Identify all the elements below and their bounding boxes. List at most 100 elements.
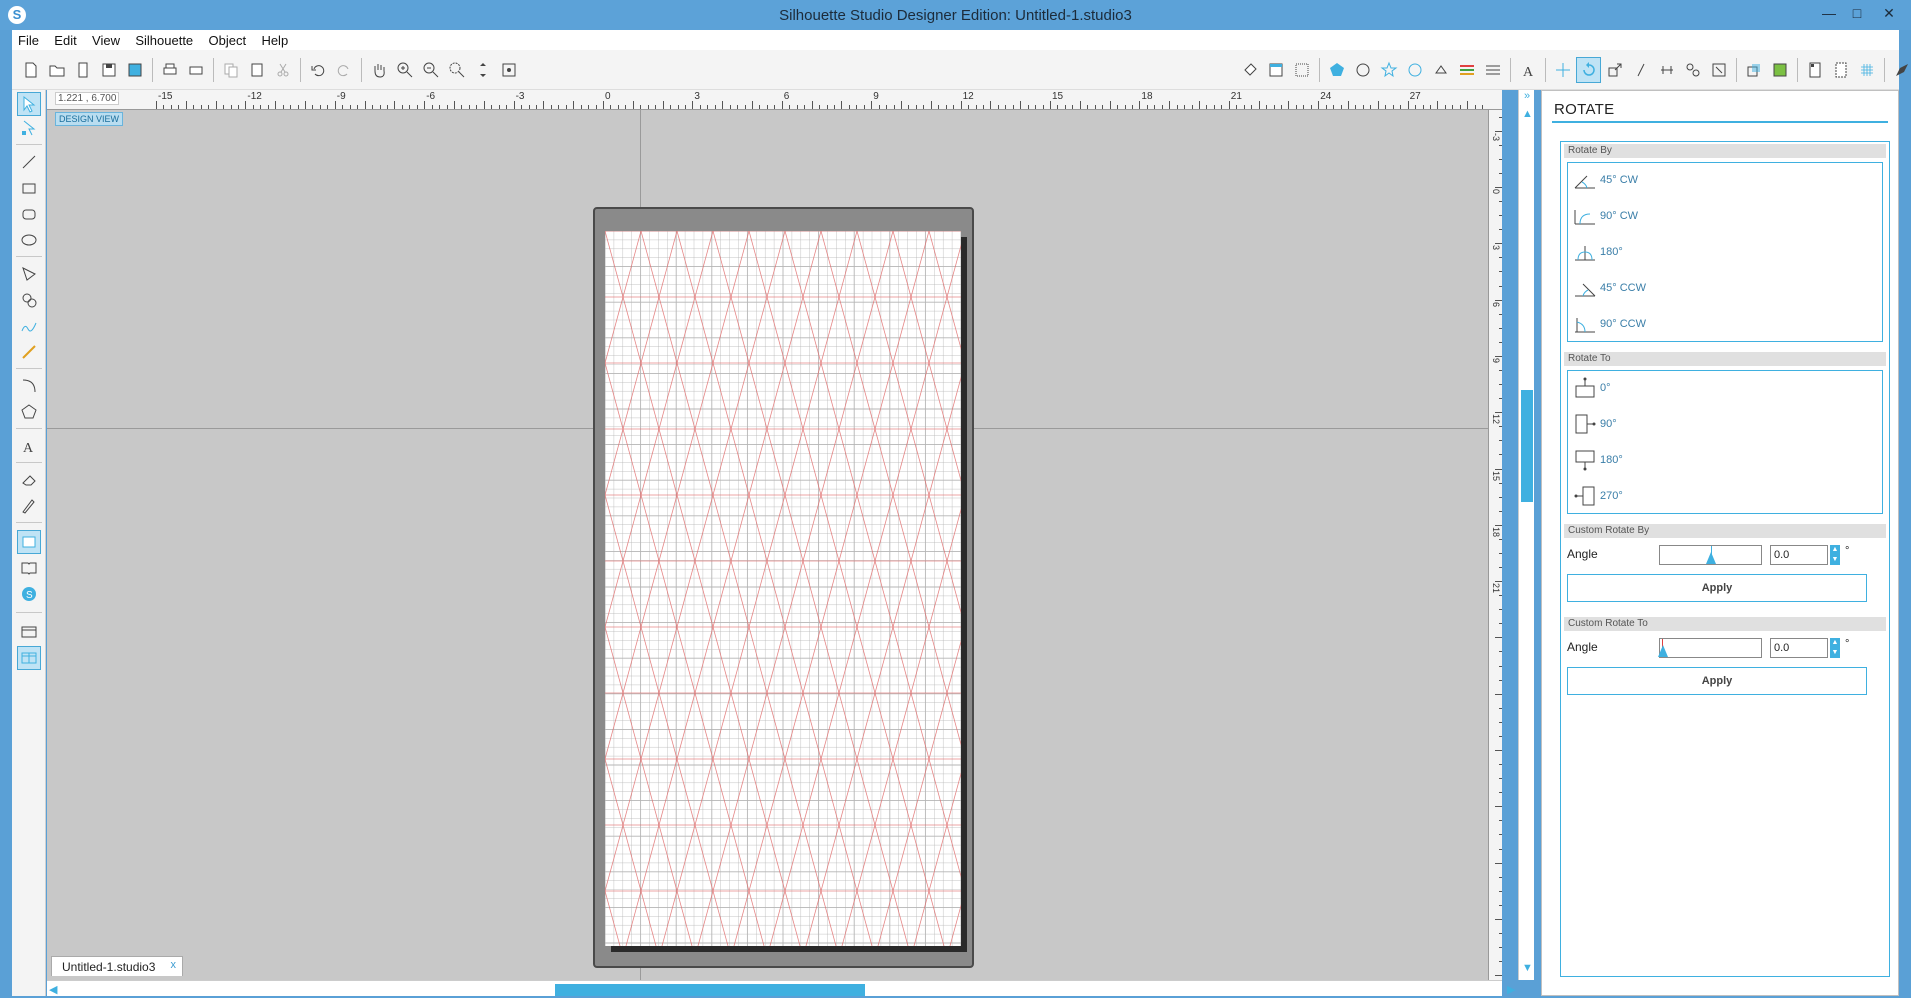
save-icon[interactable]	[96, 57, 121, 83]
custom-rotate-to-apply-button[interactable]: Apply	[1567, 667, 1867, 695]
menu-edit[interactable]: Edit	[48, 30, 82, 48]
rotate-90-ccw-button[interactable]: 90° CCW	[1572, 309, 1646, 339]
redo-icon[interactable]	[331, 57, 356, 83]
fill-gradient-icon[interactable]	[1350, 57, 1375, 83]
collapse-panel-icon[interactable]: »	[1519, 90, 1535, 104]
zoom-out-icon[interactable]	[418, 57, 443, 83]
minimize-button[interactable]: —	[1814, 2, 1844, 24]
maximize-button[interactable]: □	[1842, 2, 1872, 24]
zoom-selected-icon[interactable]	[444, 57, 469, 83]
custom-rotate-to-slider-knob[interactable]	[1658, 645, 1668, 657]
open-library-icon[interactable]	[70, 57, 95, 83]
close-tab-icon[interactable]: x	[171, 959, 177, 971]
mat-cutting-area[interactable]	[605, 231, 961, 946]
menu-file[interactable]: File	[12, 30, 45, 48]
open-folder-icon[interactable]	[44, 57, 69, 83]
ellipse-tool-icon[interactable]	[17, 228, 41, 252]
line-tool-icon[interactable]	[17, 150, 41, 174]
rotate-to-180-button[interactable]: 180°	[1572, 445, 1623, 475]
cut-scissors-icon[interactable]	[270, 57, 295, 83]
menu-view[interactable]: View	[86, 30, 126, 48]
eraser-tool-icon[interactable]	[17, 468, 41, 492]
edit-points-icon[interactable]	[17, 116, 41, 140]
scale-icon[interactable]	[1602, 57, 1627, 83]
menu-silhouette[interactable]: Silhouette	[129, 30, 199, 48]
close-button[interactable]: ✕	[1874, 2, 1904, 24]
shear-icon[interactable]	[1628, 57, 1653, 83]
select-tool-icon[interactable]	[17, 92, 41, 116]
paste-icon[interactable]	[244, 57, 269, 83]
design-view-icon[interactable]	[17, 530, 41, 554]
horizontal-scrollbar[interactable]: ◀ ▶	[47, 980, 1515, 996]
vertical-scrollbar[interactable]: » ▲ ▼	[1518, 90, 1534, 980]
custom-rotate-to-slider[interactable]	[1658, 638, 1762, 658]
split-panel-view-icon[interactable]	[17, 646, 41, 670]
fill-bucket-icon[interactable]	[1237, 57, 1262, 83]
line-color-icon[interactable]	[1402, 57, 1427, 83]
replicate-icon[interactable]	[1680, 57, 1705, 83]
scroll-right-icon[interactable]: ▶	[1507, 983, 1515, 996]
rectangle-tool-icon[interactable]	[17, 176, 41, 200]
grid-settings-icon[interactable]	[1289, 57, 1314, 83]
custom-rotate-to-angle-input[interactable]: 0.0	[1770, 638, 1828, 658]
page-size-icon[interactable]	[1828, 57, 1853, 83]
online-store-icon[interactable]: S	[17, 582, 41, 606]
regular-polygon-tool-icon[interactable]	[17, 400, 41, 424]
rotate-45-ccw-button[interactable]: 45° CCW	[1572, 273, 1646, 303]
copy-icon[interactable]	[218, 57, 243, 83]
curve-tool-icon[interactable]	[17, 288, 41, 312]
custom-rotate-by-slider-knob[interactable]	[1706, 552, 1716, 564]
fit-to-page-icon[interactable]	[496, 57, 521, 83]
grid-toggle-icon[interactable]	[1854, 57, 1879, 83]
fill-color-icon[interactable]	[1324, 57, 1349, 83]
polygon-tool-icon[interactable]	[17, 262, 41, 286]
custom-rotate-by-apply-button[interactable]: Apply	[1567, 574, 1867, 602]
modify-icon[interactable]	[1706, 57, 1731, 83]
fill-pattern-icon[interactable]	[1376, 57, 1401, 83]
arc-tool-icon[interactable]	[17, 374, 41, 398]
trace-icon[interactable]	[1767, 57, 1792, 83]
vertical-scroll-thumb[interactable]	[1521, 390, 1533, 502]
library-icon[interactable]	[17, 556, 41, 580]
smooth-freehand-tool-icon[interactable]	[17, 340, 41, 364]
knife-tool-icon[interactable]	[17, 494, 41, 518]
drag-zoom-icon[interactable]	[470, 57, 495, 83]
freehand-tool-icon[interactable]	[17, 314, 41, 338]
cutting-mat[interactable]	[593, 207, 974, 968]
custom-rotate-by-spinner[interactable]: ▲ ▼	[1830, 545, 1840, 565]
text-style-icon[interactable]: A	[1515, 57, 1540, 83]
custom-rotate-by-angle-input[interactable]: 0.0	[1770, 545, 1828, 565]
send-to-silhouette-icon[interactable]	[1889, 57, 1911, 83]
undo-icon[interactable]	[305, 57, 330, 83]
registration-marks-icon[interactable]	[1802, 57, 1827, 83]
new-document-icon[interactable]	[18, 57, 43, 83]
line-style-icon[interactable]	[1428, 57, 1453, 83]
menu-object[interactable]: Object	[203, 30, 253, 48]
align-icon[interactable]	[1654, 57, 1679, 83]
print-cut-icon[interactable]	[183, 57, 208, 83]
document-tab[interactable]: Untitled-1.studio3 x	[51, 956, 183, 976]
rotate-to-270-button[interactable]: 270°	[1572, 481, 1623, 511]
rotate-180-button[interactable]: 180°	[1572, 237, 1623, 267]
scroll-left-icon[interactable]: ◀	[49, 983, 57, 996]
menu-help[interactable]: Help	[255, 30, 294, 48]
design-canvas[interactable]: -15 -12 -9 -6 -3 0 3 6 9 12 15 18 21 24 27 1.221 , 6.7…	[47, 90, 1502, 980]
scroll-down-icon[interactable]: ▼	[1522, 962, 1533, 974]
pan-hand-icon[interactable]	[366, 57, 391, 83]
text-tool-icon[interactable]: A	[17, 434, 41, 458]
zoom-in-icon[interactable]	[392, 57, 417, 83]
rotate-45-cw-button[interactable]: 45° CW	[1572, 165, 1638, 195]
save-to-library-icon[interactable]	[122, 57, 147, 83]
rotate-90-cw-button[interactable]: 90° CW	[1572, 201, 1638, 231]
rotate-panel-icon[interactable]	[1576, 57, 1601, 83]
line-weight-icon[interactable]	[1454, 57, 1479, 83]
single-panel-view-icon[interactable]	[17, 620, 41, 644]
scroll-up-icon[interactable]: ▲	[1522, 108, 1533, 120]
custom-rotate-to-spinner[interactable]: ▲ ▼	[1830, 638, 1840, 658]
print-icon[interactable]	[157, 57, 182, 83]
line-options-icon[interactable]	[1480, 57, 1505, 83]
rounded-rectangle-tool-icon[interactable]	[17, 202, 41, 226]
transform-icon[interactable]	[1550, 57, 1575, 83]
offset-icon[interactable]	[1741, 57, 1766, 83]
rotate-to-90-button[interactable]: 90°	[1572, 409, 1617, 439]
